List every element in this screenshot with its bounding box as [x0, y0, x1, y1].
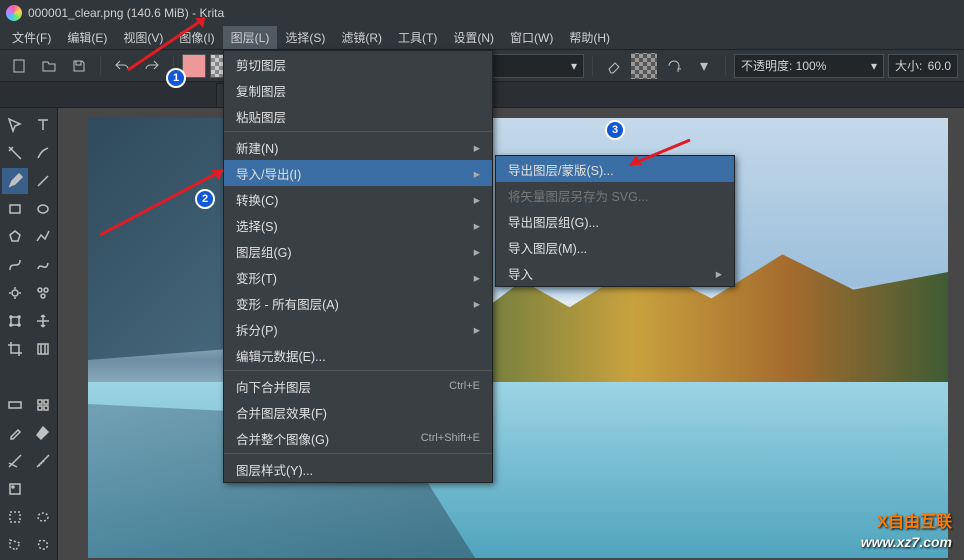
assist-tool-icon[interactable] — [2, 448, 28, 474]
submenu-item[interactable]: 导入图层(M)... — [496, 234, 734, 260]
menu-tool[interactable]: 工具(T) — [390, 26, 445, 49]
annotation-arrow-3 — [620, 135, 700, 175]
layer-menu-item[interactable]: 合并图层效果(F) — [224, 399, 492, 425]
annotation-arrow-1 — [123, 0, 223, 75]
rect-tool-icon[interactable] — [2, 196, 28, 222]
layer-menu-item[interactable]: 拆分(P)▸ — [224, 316, 492, 342]
brush-size-input[interactable]: 大小:60.0 — [888, 54, 958, 78]
submenu-arrow-icon: ▸ — [474, 192, 480, 207]
submenu-item: 将矢量图层另存为 SVG... — [496, 182, 734, 208]
poly-select-tool-icon[interactable] — [2, 532, 28, 558]
line-tool-icon[interactable] — [30, 168, 56, 194]
layer-menu-item[interactable]: 变形 - 所有图层(A)▸ — [224, 290, 492, 316]
layer-menu: 剪切图层复制图层粘贴图层新建(N)▸导入/导出(I)▸转换(C)▸选择(S)▸图… — [223, 50, 493, 483]
layer-menu-item[interactable]: 复制图层 — [224, 77, 492, 103]
submenu-arrow-icon: ▸ — [474, 140, 480, 155]
layer-menu-item[interactable]: 编辑元数据(E)... — [224, 342, 492, 368]
submenu-item[interactable]: 导出图层组(G)... — [496, 208, 734, 234]
layer-menu-item[interactable]: 新建(N)▸ — [224, 134, 492, 160]
submenu-arrow-icon: ▸ — [474, 218, 480, 233]
freehand-path-tool-icon[interactable] — [30, 252, 56, 278]
chevron-down-icon[interactable]: ▾ — [691, 53, 717, 79]
smart-fill-tool-icon[interactable] — [30, 420, 56, 446]
transform-tool-icon[interactable] — [2, 308, 28, 334]
polyline-tool-icon[interactable] — [30, 224, 56, 250]
watermark-brand: X自由互联 — [877, 508, 952, 532]
new-file-icon[interactable] — [6, 53, 32, 79]
rect-select-tool-icon[interactable] — [2, 504, 28, 530]
eraser-mode-icon[interactable] — [601, 53, 627, 79]
annotation-marker-2: 2 — [195, 189, 215, 209]
ellipse-tool-icon[interactable] — [30, 196, 56, 222]
bezier-tool-icon[interactable] — [2, 252, 28, 278]
layer-menu-item[interactable]: 导入/导出(I)▸ — [224, 160, 492, 186]
layer-menu-item[interactable]: 向下合并图层Ctrl+E — [224, 373, 492, 399]
menu-select[interactable]: 选择(S) — [277, 26, 333, 49]
annotation-marker-1: 1 — [166, 68, 186, 88]
save-icon[interactable] — [66, 53, 92, 79]
polygon-tool-icon[interactable] — [2, 224, 28, 250]
menu-window[interactable]: 窗口(W) — [502, 26, 561, 49]
edit-shape-tool-icon[interactable] — [2, 140, 28, 166]
layer-menu-item[interactable]: 粘贴图层 — [224, 103, 492, 129]
brush-tool-icon[interactable] — [2, 168, 28, 194]
layer-menu-item[interactable]: 剪切图层 — [224, 51, 492, 77]
open-file-icon[interactable] — [36, 53, 62, 79]
text-tool-icon[interactable] — [30, 112, 56, 138]
crop-tool-icon[interactable] — [2, 336, 28, 362]
measure-tool-icon[interactable] — [30, 448, 56, 474]
submenu-arrow-icon: ▸ — [474, 270, 480, 285]
submenu-arrow-icon: ▸ — [474, 296, 480, 311]
layer-menu-item[interactable]: 合并整个图像(G)Ctrl+Shift+E — [224, 425, 492, 451]
reload-brush-icon[interactable] — [661, 53, 687, 79]
dynamic-brush-tool-icon[interactable] — [2, 280, 28, 306]
calligraphy-tool-icon[interactable] — [30, 140, 56, 166]
color-picker-tool-icon[interactable] — [2, 420, 28, 446]
chevron-down-icon: ▾ — [871, 59, 877, 73]
opacity-slider[interactable]: 不透明度: 100%▾ — [734, 54, 884, 78]
crop2-tool-icon[interactable] — [30, 336, 56, 362]
multibrush-tool-icon[interactable] — [30, 280, 56, 306]
watermark-url: www.xz7.com — [861, 534, 952, 550]
submenu-arrow-icon: ▸ — [474, 166, 480, 181]
submenu-arrow-icon: ▸ — [474, 244, 480, 259]
pattern-edit-tool-icon[interactable] — [30, 392, 56, 418]
move-tool-icon[interactable] — [2, 112, 28, 138]
menu-file[interactable]: 文件(F) — [4, 26, 59, 49]
menu-filter[interactable]: 滤镜(R) — [333, 26, 390, 49]
ellipse-select-tool-icon[interactable] — [30, 504, 56, 530]
toolbox — [0, 108, 58, 560]
annotation-marker-3: 3 — [605, 120, 625, 140]
app-logo-icon — [6, 5, 22, 21]
gradient-tool-icon[interactable] — [2, 392, 28, 418]
layer-menu-item[interactable]: 变形(T)▸ — [224, 264, 492, 290]
menu-settings[interactable]: 设置(N) — [445, 26, 502, 49]
chevron-down-icon: ▾ — [571, 59, 577, 73]
menu-help[interactable]: 帮助(H) — [561, 26, 618, 49]
menu-layer[interactable]: 图层(L) — [223, 26, 278, 49]
layer-menu-item[interactable]: 图层样式(Y)... — [224, 456, 492, 482]
submenu-item[interactable]: 导入▸ — [496, 260, 734, 286]
lasso-select-tool-icon[interactable] — [30, 532, 56, 558]
layer-menu-item[interactable]: 转换(C)▸ — [224, 186, 492, 212]
alpha-lock-icon[interactable] — [631, 53, 657, 79]
submenu-arrow-icon: ▸ — [474, 322, 480, 337]
ref-tool-icon[interactable] — [2, 476, 28, 502]
move-layer-tool-icon[interactable] — [30, 308, 56, 334]
menu-edit[interactable]: 编辑(E) — [59, 26, 115, 49]
submenu-arrow-icon: ▸ — [716, 266, 722, 281]
layer-menu-item[interactable]: 选择(S)▸ — [224, 212, 492, 238]
layer-menu-item[interactable]: 图层组(G)▸ — [224, 238, 492, 264]
